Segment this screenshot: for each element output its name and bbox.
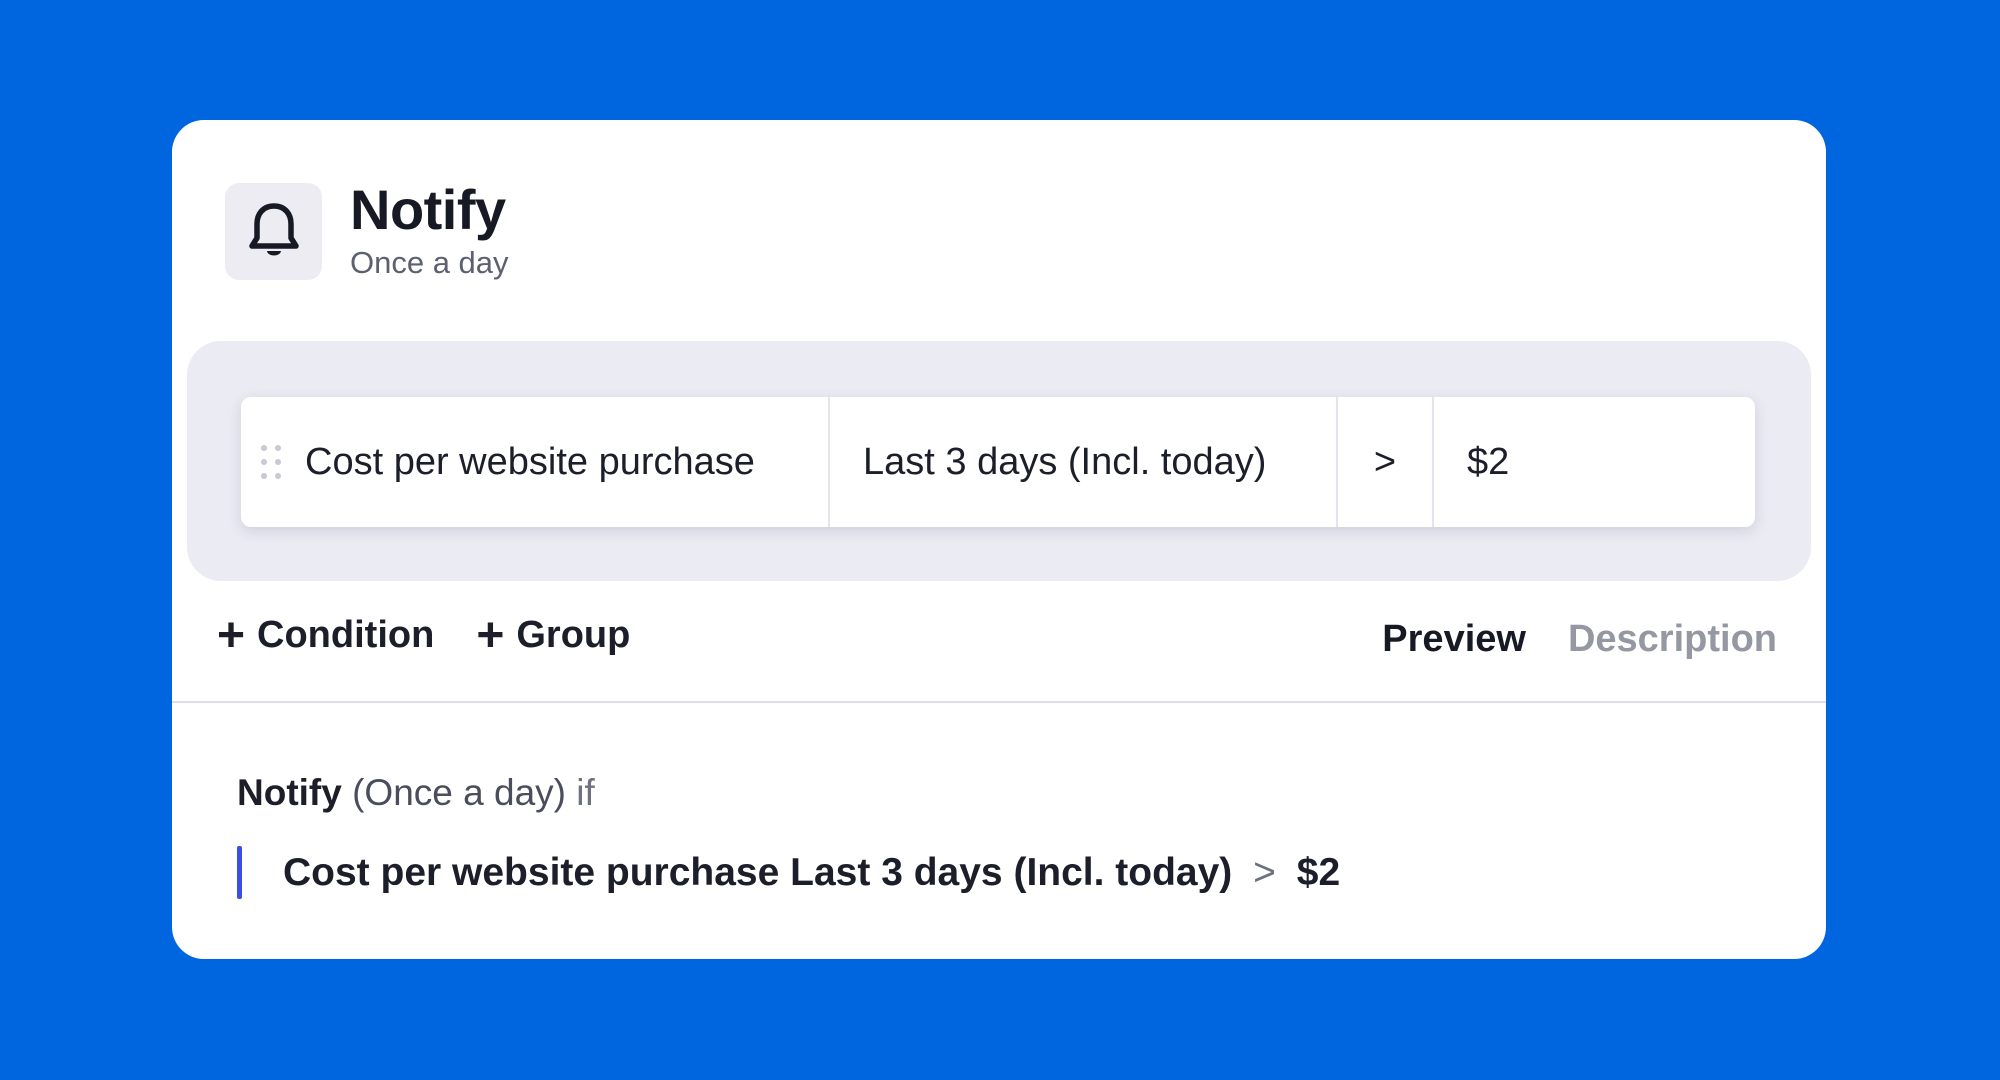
tab-description[interactable]: Description xyxy=(1568,614,1777,664)
accent-bar xyxy=(237,846,242,899)
bell-icon xyxy=(248,203,299,256)
operator-select[interactable]: > xyxy=(1338,397,1434,527)
add-group-label: Group xyxy=(516,614,631,656)
summary-condition-text: Cost per website purchase Last 3 days (I… xyxy=(283,849,1340,897)
add-condition-label: Condition xyxy=(257,614,435,656)
value-label: $2 xyxy=(1467,440,1510,483)
add-condition-button[interactable]: + Condition xyxy=(217,608,435,662)
summary-connector: if xyxy=(576,772,595,813)
drag-handle-icon[interactable] xyxy=(261,445,281,479)
tab-preview[interactable]: Preview xyxy=(1382,614,1526,664)
summary-action: Notify xyxy=(237,772,342,813)
alert-card: Notify Once a day Cost per website purch… xyxy=(172,120,1826,959)
summary-heading: Notify (Once a day) if xyxy=(237,770,1340,816)
condition-group: Cost per website purchase Last 3 days (I… xyxy=(187,341,1811,581)
add-group-button[interactable]: + Group xyxy=(476,608,631,662)
period-select[interactable]: Last 3 days (Incl. today) xyxy=(830,397,1338,527)
view-tabs: Preview Description xyxy=(1340,614,1777,664)
value-input[interactable]: $2 xyxy=(1434,397,1755,527)
page-title: Notify xyxy=(350,178,506,241)
operator-label: > xyxy=(1373,440,1397,483)
condition-row[interactable]: Cost per website purchase Last 3 days (I… xyxy=(241,397,1755,527)
metric-label: Cost per website purchase xyxy=(305,440,755,483)
add-actions: + Condition + Group xyxy=(217,608,672,662)
metric-select[interactable]: Cost per website purchase xyxy=(241,397,830,527)
period-label: Last 3 days (Incl. today) xyxy=(863,440,1267,483)
divider xyxy=(172,701,1826,703)
summary-value: $2 xyxy=(1296,850,1341,894)
bell-icon-box xyxy=(225,182,322,280)
summary-frequency: (Once a day) xyxy=(352,772,566,813)
frequency-subtitle[interactable]: Once a day xyxy=(350,244,509,282)
summary-operator: > xyxy=(1253,850,1276,894)
summary-period: Last 3 days (Incl. today) xyxy=(790,850,1233,894)
plus-icon: + xyxy=(217,608,246,662)
summary-condition: Cost per website purchase Last 3 days (I… xyxy=(237,846,1340,899)
preview-summary: Notify (Once a day) if Cost per website … xyxy=(237,770,1340,899)
card-header: Notify Once a day xyxy=(225,180,509,282)
plus-icon: + xyxy=(476,608,505,662)
summary-metric: Cost per website purchase xyxy=(283,850,780,894)
title-block: Notify Once a day xyxy=(350,180,509,282)
